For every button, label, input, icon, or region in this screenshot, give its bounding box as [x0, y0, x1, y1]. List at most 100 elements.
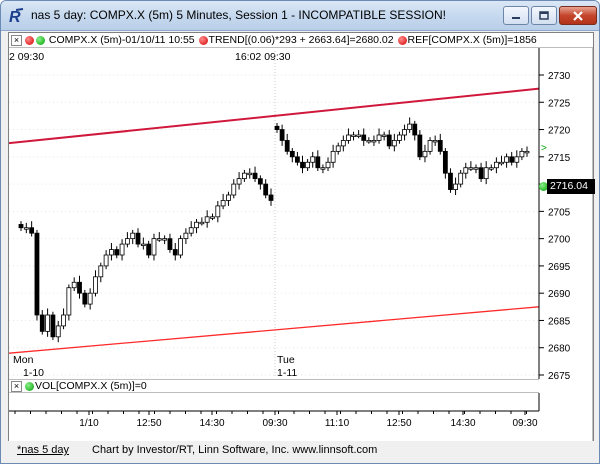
- candle-body: [146, 243, 152, 256]
- candle-body: [493, 161, 499, 169]
- price-tick-label: 2675: [548, 371, 571, 382]
- volume-label[interactable]: VOL[COMPX.X (5m)]=0: [35, 380, 147, 392]
- close-icon: [573, 10, 583, 21]
- candle-body: [351, 134, 356, 137]
- day-date-tue: 1-11: [277, 367, 298, 379]
- candle-body: [188, 227, 194, 234]
- candle-body: [346, 134, 351, 141]
- time-tick-label: 14:30: [199, 418, 224, 429]
- candle-body: [366, 140, 372, 143]
- status-bar: *nas 5 day Chart by Investor/RT, Linn So…: [8, 441, 594, 459]
- candle-body: [376, 134, 382, 141]
- time-tick-label: 09:30: [512, 418, 537, 429]
- window-title: nas 5 day: COMPX.X (5m) 5 Minutes, Sessi…: [31, 8, 447, 22]
- price-tick-label: 2725: [548, 98, 571, 109]
- price-tick-label: 2680: [548, 344, 571, 355]
- candle-body: [514, 156, 520, 163]
- candle-body: [412, 123, 418, 136]
- candle-body: [263, 183, 269, 196]
- chart-window: R nas 5 day: COMPX.X (5m) 5 Minutes, Ses…: [0, 0, 600, 464]
- candle-body: [284, 140, 290, 152]
- candle-body: [252, 172, 258, 180]
- candle-body: [103, 254, 109, 267]
- chart-pane[interactable]: × COMPX.X (5m)-01/10/11 10:55 TREND[(0.0…: [8, 32, 595, 446]
- candle-body: [274, 125, 280, 130]
- candle-body: [289, 150, 295, 158]
- candle-body: [119, 243, 125, 256]
- candle-body: [135, 232, 141, 245]
- candle-body: [61, 314, 66, 327]
- candle-body: [402, 129, 407, 136]
- candle-body: [87, 292, 93, 305]
- time-axis: 1/10 12:50 14:30 09:30 11:10 12:50 14:30 09:30: [14, 411, 538, 429]
- candle-body: [453, 183, 458, 190]
- candle-body: [130, 232, 136, 240]
- time-tick-label: 09:30: [262, 418, 287, 429]
- candle-body: [448, 172, 453, 190]
- investor-rt-logo-icon: R: [9, 8, 24, 25]
- candle-body: [247, 172, 253, 176]
- candle-body: [391, 140, 397, 147]
- close-volume-button[interactable]: ×: [11, 380, 22, 392]
- candle-body: [162, 238, 168, 241]
- candle-body: [268, 194, 274, 201]
- minimize-icon: [512, 16, 520, 19]
- close-button[interactable]: [559, 6, 597, 25]
- candle-body: [509, 156, 515, 163]
- candle-body: [499, 161, 504, 165]
- svg-text:R: R: [9, 9, 21, 25]
- candle-body: [340, 140, 346, 147]
- candles: [18, 117, 530, 343]
- title-bar[interactable]: R nas 5 day: COMPX.X (5m) 5 Minutes, Ses…: [1, 1, 599, 31]
- candle-body: [458, 172, 464, 185]
- candle-body: [356, 134, 362, 137]
- candle-body: [183, 232, 189, 240]
- chart-tab[interactable]: *nas 5 day: [17, 441, 69, 459]
- price-tick-label: 2715: [548, 153, 571, 164]
- time-tick-label: 12:50: [386, 418, 411, 429]
- candle-body: [93, 276, 98, 294]
- day-date-mon: 1-10: [23, 367, 45, 379]
- candle-body: [335, 145, 341, 152]
- candle-body: [397, 134, 402, 141]
- candle-body: [167, 238, 173, 250]
- candle-body: [422, 150, 428, 158]
- candle-body: [325, 161, 331, 169]
- candle-body: [39, 314, 45, 332]
- time-tick-label: 14:30: [450, 418, 475, 429]
- price-tick-label: 2705: [548, 207, 571, 218]
- candle-body: [257, 178, 263, 185]
- candle-body: [18, 224, 24, 229]
- candle-body: [417, 134, 423, 158]
- candle-body: [305, 161, 311, 169]
- candle-body: [140, 243, 146, 246]
- candle-body: [55, 325, 61, 338]
- candle-body: [204, 216, 210, 223]
- candle-body: [242, 172, 247, 180]
- candle-body: [407, 123, 413, 130]
- price-tick-label: 2695: [548, 262, 571, 273]
- candle-body: [98, 265, 104, 278]
- minimize-button[interactable]: [503, 6, 529, 25]
- candle-body: [82, 292, 88, 305]
- maximize-button[interactable]: [531, 6, 557, 25]
- candle-body: [45, 314, 50, 332]
- candle-body: [361, 134, 367, 141]
- time-tick-label: 11:10: [325, 418, 350, 429]
- candle-body: [330, 150, 336, 163]
- candle-body: [300, 161, 305, 169]
- candle-body: [279, 129, 285, 141]
- candle-body: [386, 134, 392, 147]
- candle-body: [77, 281, 82, 294]
- candle-body: [124, 238, 130, 245]
- candle-body: [524, 150, 530, 154]
- last-price-arrow: >: [541, 143, 547, 154]
- candle-body: [468, 167, 474, 170]
- last-price-badge: 2716.04: [547, 179, 595, 194]
- credit-text: Chart by Investor/RT, Linn Software, Inc…: [92, 444, 378, 456]
- candle-body: [483, 167, 489, 180]
- candle-body: [156, 238, 162, 241]
- candle-body: [220, 200, 226, 207]
- candle-body: [194, 221, 199, 229]
- candle-body: [34, 232, 40, 316]
